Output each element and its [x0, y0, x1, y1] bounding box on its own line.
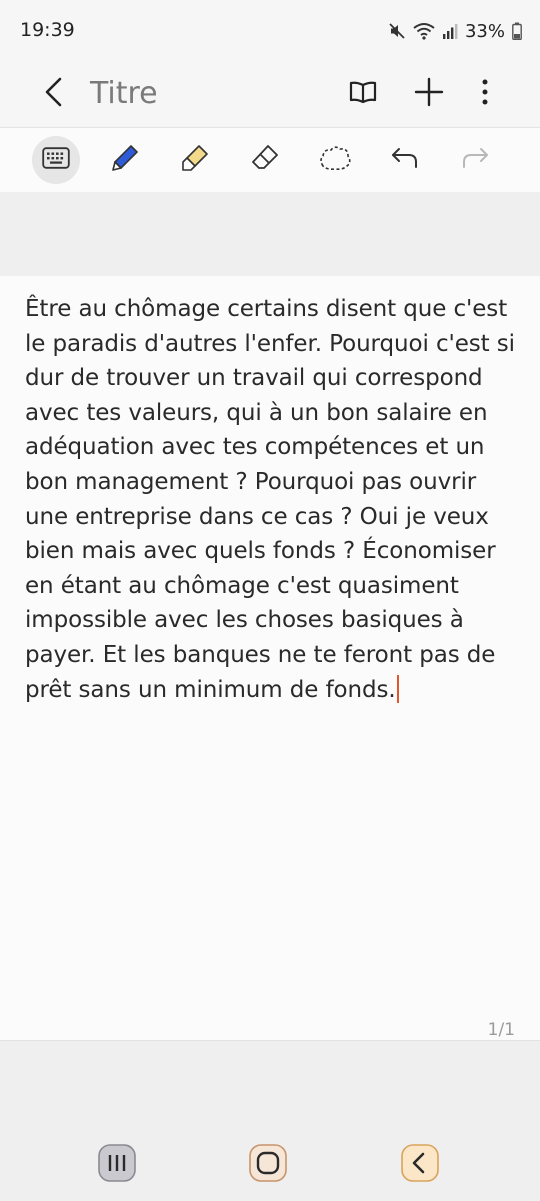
recents-icon: [97, 1143, 137, 1187]
highlighter-tool-button[interactable]: [171, 136, 219, 184]
book-icon: [348, 80, 378, 108]
note-title[interactable]: Titre: [90, 70, 158, 118]
note-line: adéquation avec tes compétences et un: [25, 434, 485, 461]
note-line: Être au chômage certains disent que c'es…: [25, 296, 508, 322]
wifi-icon: [413, 22, 435, 40]
app-bar: Titre: [0, 62, 540, 126]
note-line: prêt sans un minimum de fonds.: [25, 676, 396, 703]
note-line: impossible avec les choses basiques à: [25, 607, 464, 634]
home-button[interactable]: [248, 1143, 288, 1187]
signal-icon: [442, 22, 458, 40]
note-line: avec tes valeurs, qui à un bon salaire e…: [25, 399, 488, 426]
note-line: dur de trouver un travail qui correspond: [25, 365, 483, 392]
note-line: le paradis d'autres l'enfer. Pourquoi c'…: [25, 330, 515, 357]
battery-icon: [512, 22, 522, 40]
back-icon: [400, 1143, 440, 1187]
note-page[interactable]: Être au chômage certains disent que c'es…: [0, 276, 540, 1040]
eraser-icon: [250, 143, 280, 177]
status-bar: 19:39 33%: [0, 0, 540, 62]
redo-icon: [461, 146, 489, 174]
reading-mode-button[interactable]: [339, 70, 387, 118]
undo-button[interactable]: [381, 136, 429, 184]
page-indicator: 1/1: [487, 1020, 515, 1040]
navigation-bar: [0, 1040, 540, 1201]
status-time: 19:39: [20, 19, 75, 41]
drawing-toolbar: [0, 127, 540, 193]
more-options-button[interactable]: [461, 70, 509, 118]
note-last-line: prêt sans un minimum de fonds.: [25, 673, 515, 708]
battery-percent: 33%: [464, 20, 505, 42]
undo-icon: [391, 146, 419, 174]
note-line: payer. Et les banques ne te feront pas d…: [25, 641, 496, 668]
more-vertical-icon: [481, 78, 489, 110]
nav-back-button[interactable]: [400, 1143, 440, 1187]
note-line: bien mais avec quels fonds ? Économiser: [25, 538, 496, 565]
eraser-tool-button[interactable]: [241, 136, 289, 184]
status-icons: 33%: [388, 19, 522, 43]
redo-button[interactable]: [451, 136, 499, 184]
pen-tool-button[interactable]: [101, 136, 149, 184]
note-line: bon management ? Pourquoi pas ouvrir: [25, 468, 477, 495]
header-spacer: [0, 192, 540, 276]
add-button[interactable]: [405, 70, 453, 118]
plus-icon: [414, 77, 444, 111]
highlighter-icon: [180, 143, 210, 177]
keyboard-icon: [42, 147, 70, 173]
keyboard-tool-button[interactable]: [32, 136, 80, 184]
lasso-icon: [318, 144, 352, 176]
note-line: en étant au chômage c'est quasiment: [25, 572, 459, 599]
note-body[interactable]: Être au chômage certains disent que c'es…: [25, 292, 515, 707]
mute-icon: [388, 22, 406, 40]
note-line: une entreprise dans ce cas ? Oui je veux: [25, 503, 489, 530]
back-arrow-icon: [42, 76, 66, 112]
back-button[interactable]: [32, 70, 76, 118]
pen-icon: [110, 143, 140, 177]
lasso-tool-button[interactable]: [311, 136, 359, 184]
recents-button[interactable]: [97, 1143, 137, 1187]
home-icon: [248, 1143, 288, 1187]
text-cursor: [396, 674, 399, 703]
